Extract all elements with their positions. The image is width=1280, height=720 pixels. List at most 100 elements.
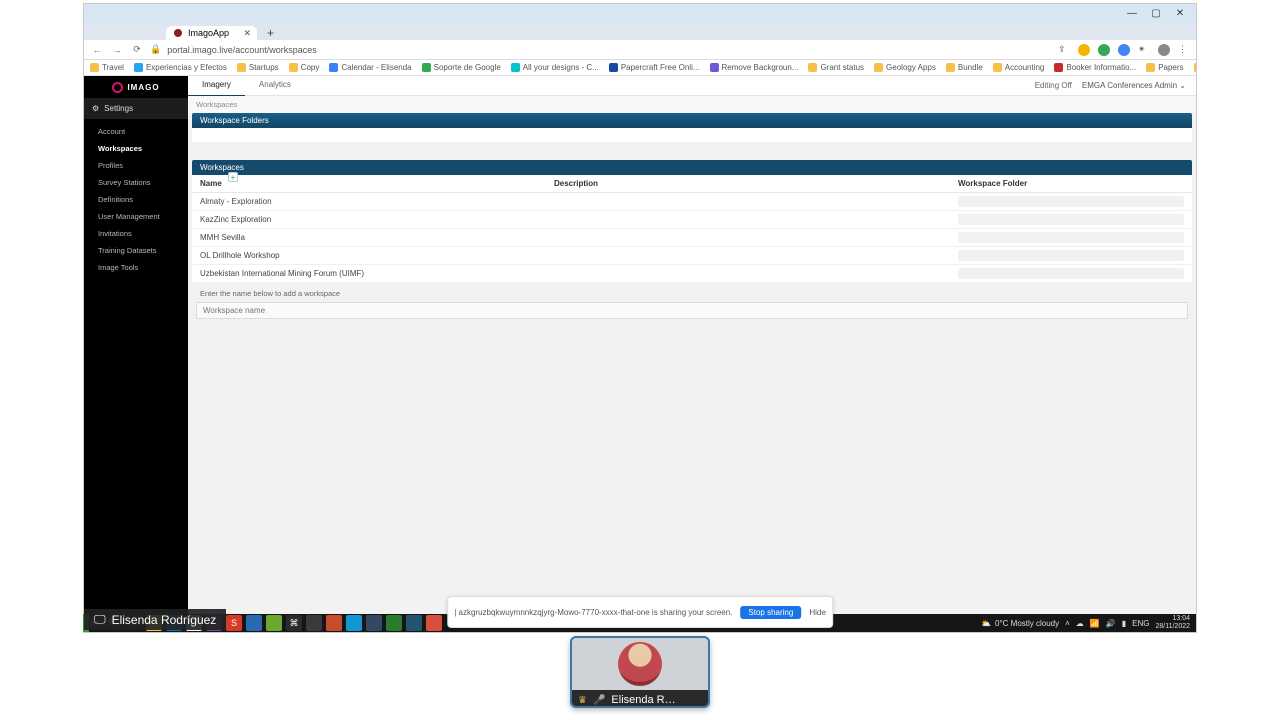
panel-header-folders: Workspace Folders <box>192 113 1192 128</box>
bookmark-item[interactable]: Bundle <box>946 63 983 72</box>
add-workspace-input[interactable] <box>196 302 1188 319</box>
new-tab-button[interactable]: + <box>263 26 278 40</box>
onedrive-icon[interactable]: ☁ <box>1076 619 1084 628</box>
app-icon[interactable] <box>346 615 362 631</box>
sidebar-item-invitations[interactable]: Invitations <box>84 225 188 242</box>
app-icon[interactable] <box>306 615 322 631</box>
cell-name: KazZinc Exploration <box>200 215 554 224</box>
tray-chevron-icon[interactable]: ˄ <box>1065 619 1070 628</box>
nav-reload-icon[interactable]: ⟳ <box>130 44 144 55</box>
battery-icon[interactable]: ▮ <box>1122 619 1126 628</box>
presenter-name-tag: 🖵 Elisenda Rodríguez <box>84 609 226 630</box>
folder-select[interactable] <box>958 232 1184 243</box>
sidebar: IMAGO ⚙ Settings AccountWorkspacesProfil… <box>84 76 188 614</box>
address-url[interactable]: portal.imago.live/account/workspaces <box>167 45 1052 55</box>
app-icon[interactable]: S <box>226 615 242 631</box>
self-view-video <box>572 638 708 690</box>
window-close-button[interactable]: ✕ <box>1168 8 1192 19</box>
sidebar-item-definitions[interactable]: Definitions <box>84 191 188 208</box>
table-row[interactable]: KazZinc Exploration <box>192 211 1192 229</box>
taskbar-clock[interactable]: 13:04 28/11/2022 <box>1155 615 1190 631</box>
sidebar-item-survey-stations[interactable]: Survey Stations <box>84 174 188 191</box>
bookmark-label: Booker Informatio... <box>1066 63 1136 72</box>
window-titlebar: — ▢ ✕ <box>84 4 1196 22</box>
folder-select[interactable] <box>958 196 1184 207</box>
sidebar-item-profiles[interactable]: Profiles <box>84 157 188 174</box>
tab-analytics[interactable]: Analytics <box>245 75 305 97</box>
clock-date: 28/11/2022 <box>1155 623 1190 631</box>
volume-icon[interactable]: 🔊 <box>1106 619 1116 628</box>
bookmark-item[interactable]: Papers <box>1146 63 1183 72</box>
hide-banner-button[interactable]: Hide <box>809 608 825 617</box>
weather-widget[interactable]: ⛅ 0°C Mostly cloudy <box>981 619 1059 628</box>
nav-back-icon[interactable]: ← <box>90 45 104 55</box>
app-icon[interactable]: ⌘ <box>286 615 302 631</box>
window-minimize-button[interactable]: — <box>1120 8 1144 19</box>
bookmark-item[interactable]: Geology Apps <box>874 63 936 72</box>
self-view-tile[interactable]: ♛ 🎤 Elisenda R… <box>570 636 710 708</box>
folder-select[interactable] <box>958 250 1184 261</box>
app-icon[interactable] <box>266 615 282 631</box>
table-row[interactable]: Uzbekistan International Mining Forum (U… <box>192 265 1192 283</box>
bookmark-label: Soporte de Google <box>434 63 501 72</box>
extensions-icon[interactable]: ✴ <box>1138 44 1150 56</box>
app-icon[interactable] <box>426 615 442 631</box>
sidebar-item-workspaces[interactable]: Workspaces <box>84 140 188 157</box>
tab-imagery[interactable]: Imagery <box>188 75 245 97</box>
bookmark-label: Bundle <box>958 63 983 72</box>
folder-select[interactable] <box>958 268 1184 279</box>
folder-select[interactable] <box>958 214 1184 225</box>
bookmark-item[interactable]: Remove Backgroun... <box>710 63 799 72</box>
admin-dropdown[interactable]: EMGA Conferences Admin ⌄ <box>1082 81 1186 90</box>
kebab-menu-icon[interactable]: ⋮ <box>1178 44 1190 56</box>
add-workspace-chip-icon[interactable]: + <box>228 172 238 182</box>
bookmark-item[interactable]: Travel <box>90 63 124 72</box>
add-workspace-row <box>196 300 1188 319</box>
topbar-right: Editing Off EMGA Conferences Admin ⌄ <box>1035 81 1196 90</box>
workspaces-grid: Name Description Workspace Folder Almaty… <box>192 175 1192 283</box>
app-icon[interactable] <box>386 615 402 631</box>
sidebar-item-user-management[interactable]: User Management <box>84 208 188 225</box>
network-icon[interactable]: 📶 <box>1090 619 1100 628</box>
editing-toggle[interactable]: Editing Off <box>1035 81 1072 90</box>
share-icon[interactable]: ⇪ <box>1058 44 1070 56</box>
bookmark-item[interactable]: All your designs - C... <box>511 63 599 72</box>
settings-header[interactable]: ⚙ Settings <box>84 98 188 119</box>
sidebar-item-account[interactable]: Account <box>84 123 188 140</box>
bookmark-item[interactable]: Experiencias y Efectos <box>134 63 227 72</box>
cell-name: OL Drillhole Workshop <box>200 251 554 260</box>
bookmark-item[interactable]: Workshop <box>1194 63 1196 72</box>
captured-window: — ▢ ✕ ImagoApp ✕ + ← → ⟳ 🔒 portal.imago.… <box>84 4 1196 632</box>
sidebar-item-image-tools[interactable]: Image Tools <box>84 259 188 276</box>
language-indicator[interactable]: ENG <box>1132 619 1149 628</box>
bookmark-item[interactable]: Grant status <box>808 63 864 72</box>
bookmark-label: Accounting <box>1005 63 1045 72</box>
stop-sharing-button[interactable]: Stop sharing <box>740 606 801 619</box>
bookmark-item[interactable]: Papercraft Free Onli... <box>609 63 700 72</box>
profile-avatar-icon[interactable] <box>1158 44 1170 56</box>
bookmark-item[interactable]: Accounting <box>993 63 1045 72</box>
bookmark-item[interactable]: Startups <box>237 63 279 72</box>
sidebar-item-training-datasets[interactable]: Training Datasets <box>84 242 188 259</box>
nav-forward-icon[interactable]: → <box>110 45 124 55</box>
bookmark-favicon <box>993 63 1002 72</box>
window-maximize-button[interactable]: ▢ <box>1144 8 1168 19</box>
tab-close-icon[interactable]: ✕ <box>243 28 251 39</box>
bookmark-item[interactable]: Soporte de Google <box>422 63 501 72</box>
table-row[interactable]: MMH Sevilla <box>192 229 1192 247</box>
table-row[interactable]: Almaty - Exploration <box>192 193 1192 211</box>
ext-icon[interactable] <box>1098 44 1110 56</box>
ext-icon[interactable] <box>1118 44 1130 56</box>
app-icon[interactable] <box>366 615 382 631</box>
edge-icon[interactable] <box>406 615 422 631</box>
bookmark-item[interactable]: Booker Informatio... <box>1054 63 1136 72</box>
table-row[interactable]: OL Drillhole Workshop <box>192 247 1192 265</box>
bookmark-favicon <box>237 63 246 72</box>
app-icon[interactable] <box>326 615 342 631</box>
tab-favicon <box>174 29 182 37</box>
browser-tab[interactable]: ImagoApp ✕ <box>166 26 257 40</box>
bookmark-item[interactable]: Copy <box>289 63 320 72</box>
app-icon[interactable] <box>246 615 262 631</box>
bookmark-item[interactable]: Calendar - Elisenda <box>329 63 411 72</box>
ext-icon[interactable] <box>1078 44 1090 56</box>
